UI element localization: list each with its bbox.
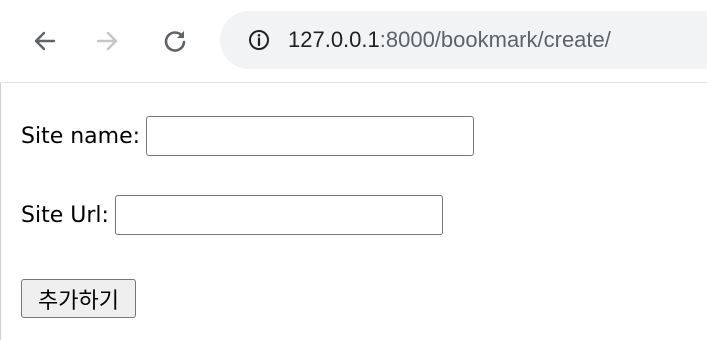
- url-path: :8000/bookmark/create/: [379, 27, 611, 52]
- site-name-row: Site name:: [21, 116, 475, 156]
- page-content: Site name: Site Url: 추가하기: [0, 83, 707, 340]
- site-url-row: Site Url:: [21, 195, 443, 235]
- back-arrow-icon: [34, 31, 56, 51]
- url-host: 127.0.0.1: [288, 27, 380, 52]
- info-icon[interactable]: [248, 29, 270, 51]
- reload-button[interactable]: [158, 24, 192, 58]
- site-name-input[interactable]: [146, 116, 475, 156]
- reload-icon: [164, 31, 186, 52]
- address-bar[interactable]: 127.0.0.1:8000/bookmark/create/: [220, 11, 707, 69]
- back-button[interactable]: [28, 24, 62, 58]
- forward-button[interactable]: [90, 24, 124, 58]
- site-url-input[interactable]: [114, 195, 443, 235]
- add-bookmark-button[interactable]: 추가하기: [21, 279, 136, 318]
- site-url-label: Site Url:: [21, 202, 109, 228]
- forward-arrow-icon: [96, 31, 118, 51]
- site-name-label: Site name:: [21, 123, 141, 149]
- browser-toolbar: 127.0.0.1:8000/bookmark/create/: [0, 0, 707, 83]
- url-text: 127.0.0.1:8000/bookmark/create/: [288, 26, 611, 54]
